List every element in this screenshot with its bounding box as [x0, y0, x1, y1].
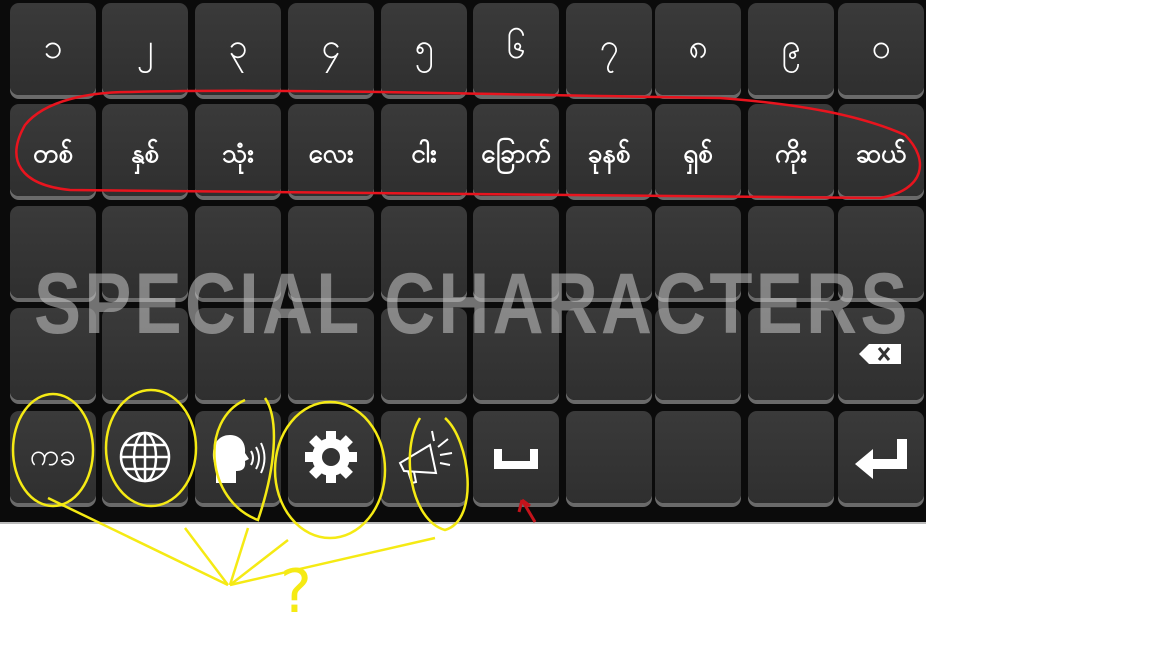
blank-key[interactable]	[655, 411, 741, 503]
key-label: ခုနစ်	[587, 138, 631, 169]
key-label: နှစ်	[130, 138, 160, 169]
number-word-key[interactable]: သုံး	[195, 104, 281, 196]
number-word-key[interactable]: ရှစ်	[655, 104, 741, 196]
digit-key[interactable]: ၀	[838, 3, 924, 95]
blank-key[interactable]	[288, 206, 374, 298]
blank-key[interactable]	[566, 206, 652, 298]
number-word-key[interactable]: ခြောက်	[473, 104, 559, 196]
number-word-key[interactable]: ဆယ်	[838, 104, 924, 196]
myanmar-script-icon: ကခ	[29, 437, 77, 473]
digit-key[interactable]: ၁	[10, 3, 96, 95]
blank-key[interactable]	[655, 308, 741, 400]
digit-key[interactable]: ၉	[748, 3, 834, 95]
key-label: တစ်	[33, 138, 73, 169]
key-label: ၇	[599, 26, 619, 67]
number-word-key[interactable]: ကိုး	[748, 104, 834, 196]
blank-key[interactable]	[102, 206, 188, 298]
blank-key[interactable]	[381, 308, 467, 400]
language-switch-key[interactable]: ကခ	[10, 411, 96, 503]
blank-key[interactable]	[288, 308, 374, 400]
settings-key[interactable]	[288, 411, 374, 503]
digit-key[interactable]: ၄	[288, 3, 374, 95]
key-label: ရှစ်	[683, 138, 713, 169]
digit-key[interactable]: ၇	[566, 3, 652, 95]
enter-icon	[855, 439, 907, 479]
question-mark-annotation: ?	[280, 557, 312, 627]
blank-key[interactable]	[381, 206, 467, 298]
key-label: ကိုး	[774, 138, 808, 169]
space-key[interactable]	[473, 411, 559, 503]
blank-key[interactable]	[838, 206, 924, 298]
speaking-head-icon	[212, 435, 266, 483]
key-label: ငါး	[411, 138, 437, 169]
digit-key[interactable]: ၅	[381, 3, 467, 95]
key-label: ၀	[871, 26, 891, 67]
blank-key[interactable]	[10, 206, 96, 298]
key-label: ၁	[43, 26, 63, 67]
key-label: သုံး	[222, 138, 254, 169]
backspace-icon	[859, 344, 901, 364]
blank-key[interactable]	[748, 206, 834, 298]
digit-key[interactable]: ၂	[102, 3, 188, 95]
number-word-key[interactable]: လေး	[288, 104, 374, 196]
blank-key[interactable]	[102, 308, 188, 400]
key-label: ၄	[321, 26, 341, 67]
megaphone-icon	[398, 430, 453, 485]
number-word-key[interactable]: ငါး	[381, 104, 467, 196]
number-word-key[interactable]: တစ်	[10, 104, 96, 196]
key-label: ခြောက်	[481, 138, 551, 169]
key-label: လေး	[308, 138, 354, 169]
globe-key[interactable]	[102, 411, 188, 503]
key-label: ၃	[228, 26, 248, 67]
key-label: ဆယ်	[855, 138, 907, 169]
blank-key[interactable]	[473, 308, 559, 400]
key-label: ၂	[136, 26, 154, 67]
blank-key[interactable]	[566, 308, 652, 400]
key-label: ၉	[781, 26, 801, 67]
gear-icon	[305, 431, 357, 483]
number-word-key[interactable]: ခုနစ်	[566, 104, 652, 196]
key-label: ၈	[688, 26, 708, 67]
globe-icon	[119, 431, 171, 483]
space-bar-icon	[494, 449, 538, 469]
number-word-key[interactable]: နှစ်	[102, 104, 188, 196]
blank-key[interactable]	[195, 206, 281, 298]
voice-input-key[interactable]	[195, 411, 281, 503]
keyboard: ၁ ၂ ၃ ၄ ၅ ၆ ၇ ၈ ၉ ၀တစ် နှစ် သုံး လေး ငါး ခြောက် ခုနစ် ရှ…	[0, 0, 926, 524]
digit-key[interactable]: ၈	[655, 3, 741, 95]
blank-key[interactable]	[748, 411, 834, 503]
digit-key[interactable]: ၆	[473, 3, 559, 95]
blank-key[interactable]	[655, 206, 741, 298]
key-label: ၆	[506, 26, 526, 67]
blank-key[interactable]	[195, 308, 281, 400]
announce-key[interactable]	[381, 411, 467, 503]
blank-key[interactable]	[10, 308, 96, 400]
blank-key[interactable]	[748, 308, 834, 400]
backspace-key[interactable]	[838, 308, 924, 400]
digit-key[interactable]: ၃	[195, 3, 281, 95]
blank-key[interactable]	[566, 411, 652, 503]
enter-key[interactable]	[838, 411, 924, 503]
blank-key[interactable]	[473, 206, 559, 298]
key-label: ၅	[414, 26, 434, 67]
